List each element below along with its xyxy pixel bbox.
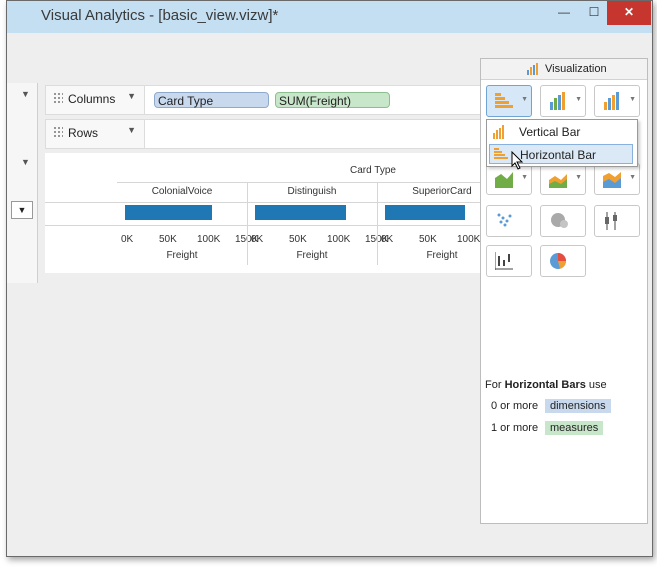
- box-plot-tile[interactable]: [594, 205, 640, 237]
- menu-item-label: Vertical Bar: [519, 125, 581, 139]
- x-tick-label: 50K: [159, 234, 177, 245]
- axis-divider: [45, 225, 483, 226]
- chevron-down-icon[interactable]: ▼: [575, 96, 582, 103]
- vertical-bar-chart-icon: [604, 92, 619, 110]
- app-window: Visual Analytics - [basic_view.vizw]* — …: [6, 0, 653, 557]
- x-tick-label: 0K: [381, 234, 394, 245]
- vertical-bar-chart-tile[interactable]: ▼: [594, 85, 640, 117]
- scatter-plot-tile[interactable]: [486, 205, 532, 237]
- pie-chart-tile[interactable]: [540, 245, 586, 277]
- dimensions-tag: dimensions: [545, 399, 611, 413]
- rows-shelf-label: Rows ▼: [46, 120, 145, 148]
- chevron-down-icon[interactable]: ▼: [127, 125, 136, 135]
- chart-header-title: Card Type: [350, 165, 396, 176]
- close-button[interactable]: ✕: [607, 1, 651, 25]
- header-divider: [45, 202, 483, 203]
- hint-chart-name: Horizontal Bars: [504, 379, 586, 391]
- x-tick-label: 50K: [419, 234, 437, 245]
- columns-label: Columns: [68, 92, 116, 106]
- waterfall-chart-tile[interactable]: [486, 245, 532, 277]
- freight-bar[interactable]: [385, 205, 465, 220]
- chevron-down-icon[interactable]: ▼: [127, 91, 136, 101]
- percent-area-chart-tile[interactable]: ▼: [594, 163, 640, 195]
- rows-shelf[interactable]: Rows ▼: [45, 119, 481, 149]
- horizontal-bar-icon: [494, 148, 508, 159]
- left-pane-edge: ▼ ▼ ▼: [7, 83, 38, 283]
- scatter-plot-icon: [497, 213, 512, 227]
- window-title: Visual Analytics - [basic_view.vizw]*: [41, 7, 279, 24]
- columns-shelf-label: Columns ▼: [46, 86, 145, 114]
- visualization-icon: [527, 63, 538, 75]
- grip-icon: [53, 126, 63, 138]
- category-header: Distinguish: [287, 186, 337, 197]
- pie-chart-icon: [550, 253, 567, 269]
- bubble-chart-tile[interactable]: [540, 205, 586, 237]
- dropdown-toggle[interactable]: ▼: [11, 201, 33, 219]
- freight-bar[interactable]: [255, 205, 347, 220]
- horizontal-bar-chart-icon: [495, 93, 513, 108]
- chevron-down-icon[interactable]: ▼: [21, 89, 30, 99]
- grip-icon: [53, 92, 63, 104]
- x-axis-label: Freight: [166, 250, 198, 261]
- freight-bar[interactable]: [125, 205, 213, 220]
- dimensions-count: 0 or more: [491, 400, 539, 412]
- measures-count: 1 or more: [491, 422, 539, 434]
- chevron-down-icon[interactable]: ▼: [521, 96, 528, 103]
- panel-title: Visualization: [545, 63, 607, 75]
- chevron-down-icon[interactable]: ▼: [21, 157, 30, 167]
- x-tick-label: 100K: [197, 234, 221, 245]
- mouse-cursor-icon: [511, 151, 524, 170]
- hint-prefix: For: [485, 379, 505, 391]
- category-header: ColonialVoice: [151, 186, 213, 197]
- measures-tag: measures: [545, 421, 604, 435]
- chevron-down-icon[interactable]: ▼: [629, 96, 636, 103]
- x-tick-label: 0K: [251, 234, 264, 245]
- card-type-pill[interactable]: Card Type: [154, 92, 269, 108]
- x-tick-label: 50K: [289, 234, 307, 245]
- chevron-down-icon[interactable]: ▼: [629, 174, 636, 181]
- stacked-area-chart-icon: [549, 174, 567, 188]
- minimize-button[interactable]: —: [549, 1, 579, 25]
- box-plot-icon: [605, 212, 617, 230]
- title-bar: Visual Analytics - [basic_view.vizw]* — …: [7, 1, 652, 33]
- columns-shelf[interactable]: Columns ▼ Card Type SUM(Freight): [45, 85, 481, 115]
- vertical-bar-icon: [493, 125, 504, 139]
- area-chart-icon: [495, 172, 513, 188]
- stacked-area-chart-tile[interactable]: ▼: [540, 163, 586, 195]
- rows-label: Rows: [68, 126, 99, 140]
- area-chart-tile[interactable]: ▼: [486, 163, 532, 195]
- bubble-chart-icon: [551, 213, 568, 228]
- x-tick-label: 100K: [457, 234, 481, 245]
- bar-type-menu: Vertical Bar Horizontal Bar: [486, 119, 638, 167]
- percent-area-chart-icon: [603, 172, 621, 188]
- sum-freight-pill[interactable]: SUM(Freight): [275, 92, 390, 108]
- panel-header: Visualization: [481, 59, 647, 80]
- chevron-down-icon[interactable]: ▼: [521, 174, 528, 181]
- waterfall-chart-icon: [495, 252, 513, 270]
- chart-requirement-hint: For Horizontal Bars use: [485, 379, 607, 391]
- x-axis-label: Freight: [296, 250, 328, 261]
- stacked-bar-chart-tile[interactable]: ▼: [540, 85, 586, 117]
- chart-canvas: Card Type ColonialVoice0K50K100K150KFrei…: [45, 153, 483, 273]
- stacked-bar-chart-icon: [550, 92, 565, 110]
- x-tick-label: 0K: [121, 234, 134, 245]
- horizontal-bar-chart-tile[interactable]: ▼: [486, 85, 532, 117]
- chevron-down-icon[interactable]: ▼: [575, 174, 582, 181]
- menu-item-vertical-bar[interactable]: Vertical Bar: [489, 122, 633, 142]
- maximize-button[interactable]: ☐: [579, 1, 609, 25]
- header-divider: [117, 182, 483, 183]
- x-tick-label: 100K: [327, 234, 351, 245]
- menu-item-label: Horizontal Bar: [520, 148, 597, 162]
- hint-suffix: use: [585, 379, 607, 391]
